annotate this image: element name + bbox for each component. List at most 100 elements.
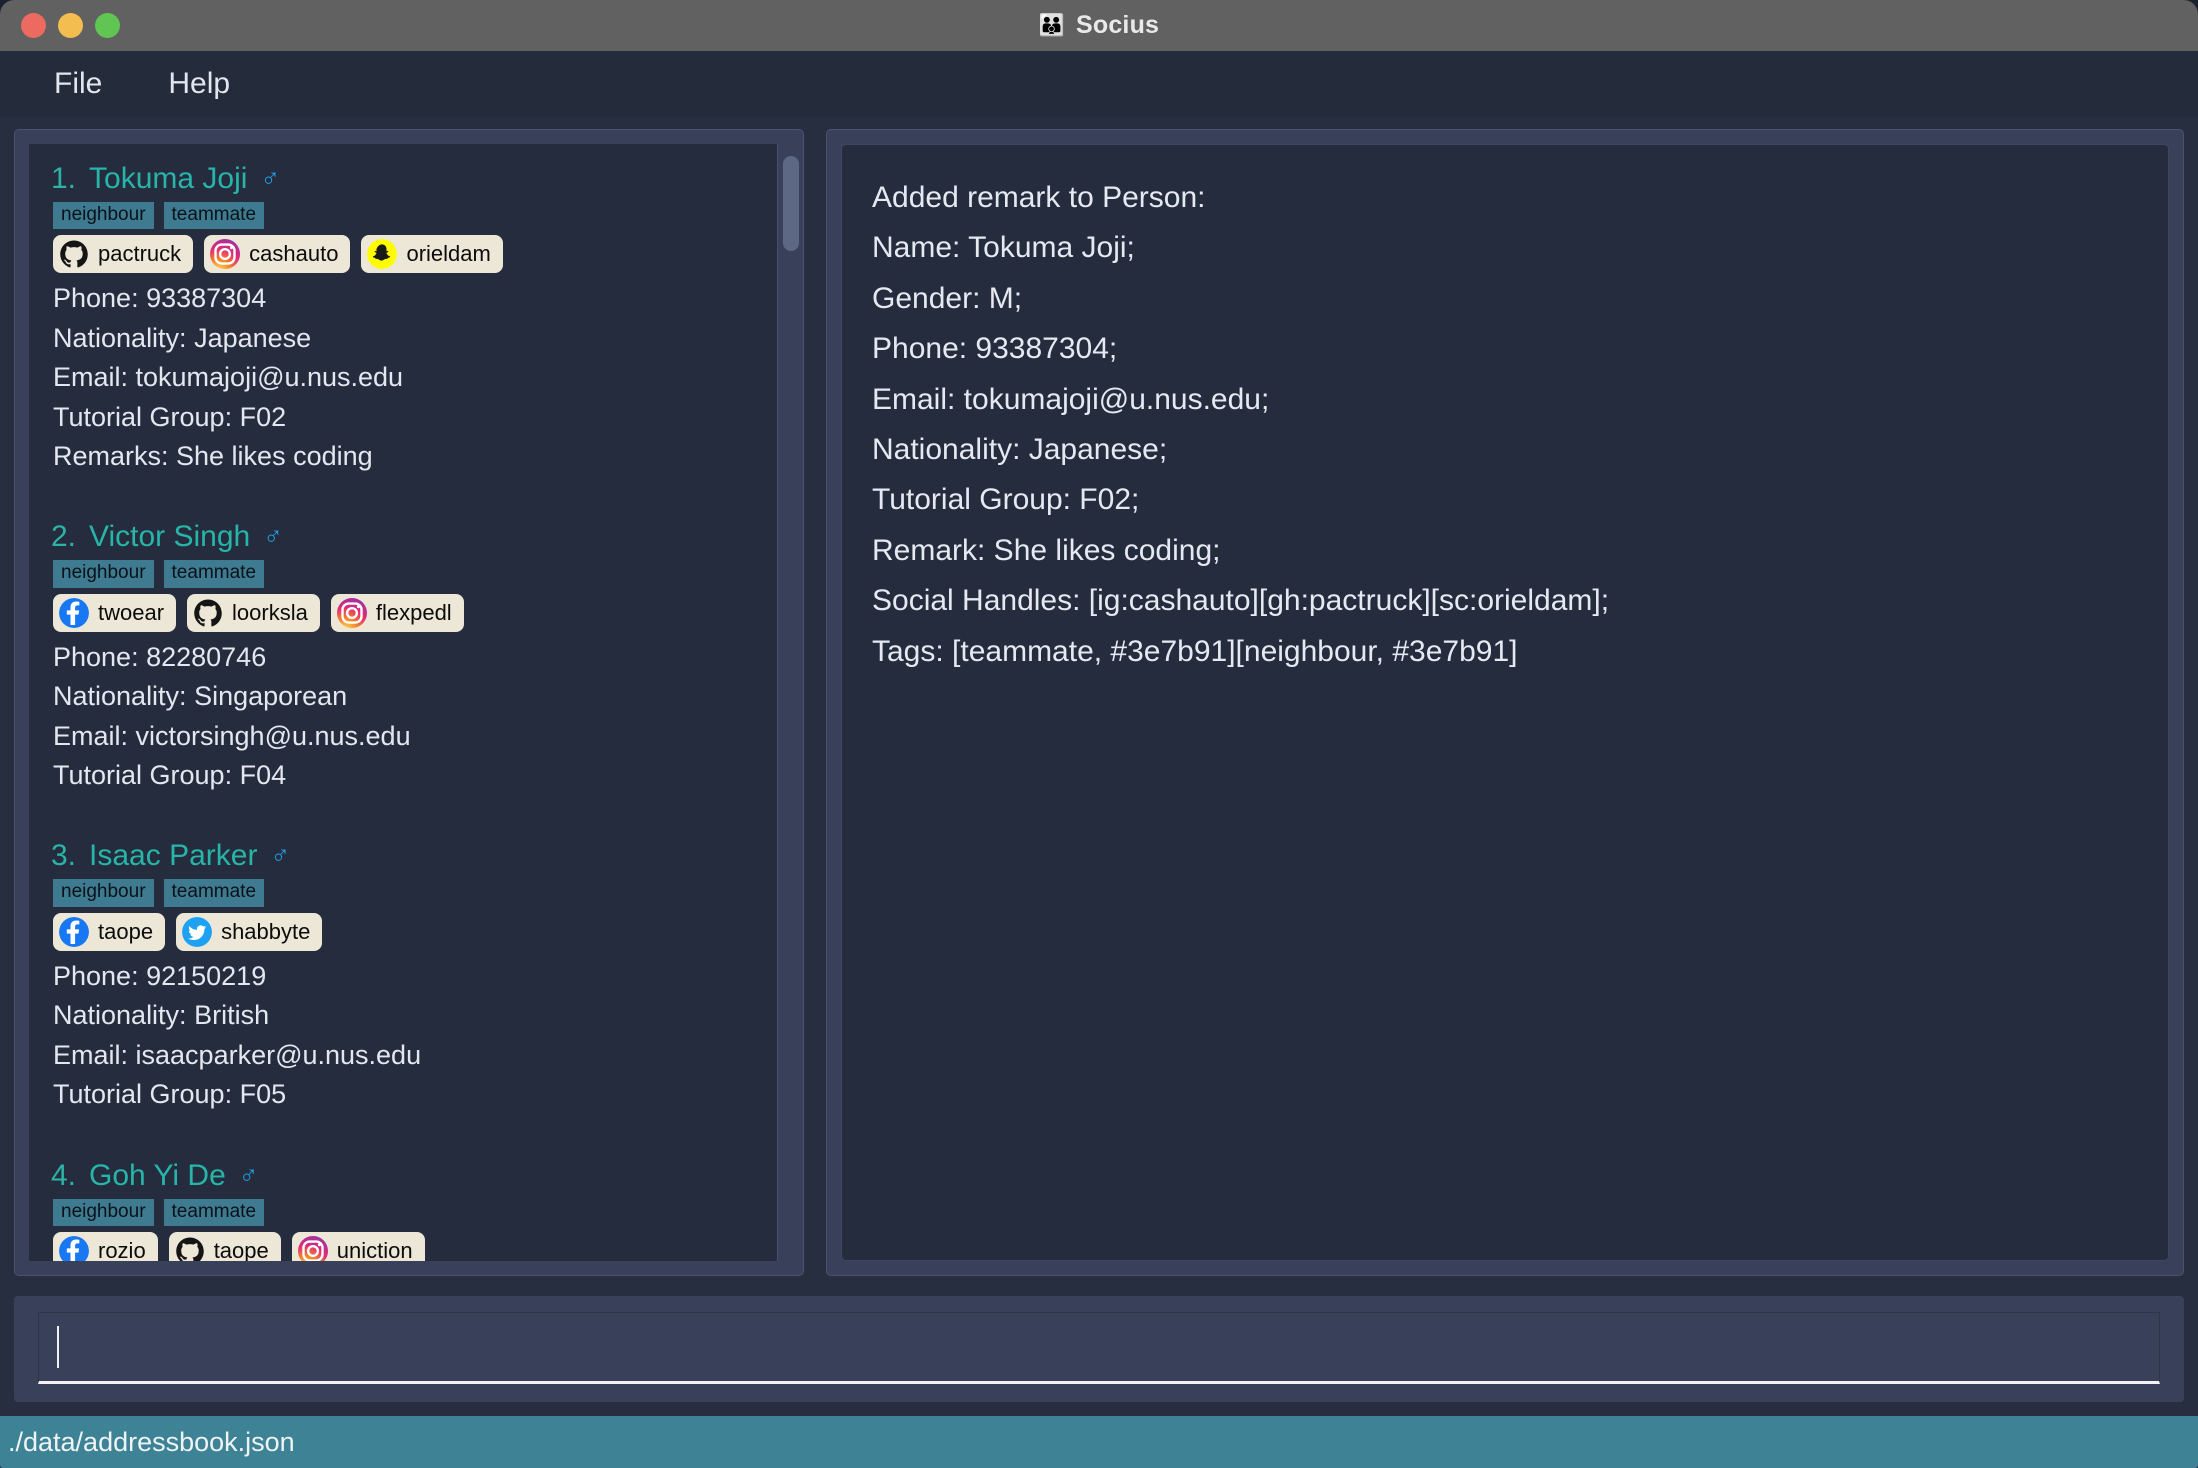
person-detail-line: Email: isaacparker@u.nus.edu (53, 1039, 422, 1070)
main-content: 1. Tokuma Joji ♂ neighbour teammate pactruck c… (0, 117, 2198, 1296)
social-handle-label: loorksla (232, 599, 308, 625)
result-line: Remark: She likes coding; (872, 533, 1221, 567)
app-window: 👪 Socius File Help 1. Tokuma Joji ♂ neighbo… (0, 0, 2198, 1468)
person-name: Tokuma Joji (89, 162, 248, 195)
instagram-icon (297, 1235, 328, 1261)
result-line: Social Handles: [ig:cashauto][gh:pactruc… (872, 584, 1610, 618)
person-index: 2. (51, 520, 77, 554)
result-line: Name: Tokuma Joji; (872, 231, 1135, 265)
social-handle-row: taope shabbyte (53, 912, 777, 951)
tag-row: neighbour teammate (53, 1198, 777, 1226)
facebook-icon (59, 597, 89, 628)
social-handle-chip[interactable]: taope (53, 912, 166, 951)
social-handle-label: taope (213, 1237, 269, 1261)
social-handle-chip[interactable]: taope (168, 1231, 281, 1261)
social-handle-chip[interactable]: orieldam (361, 235, 503, 274)
window-title-group: 👪 Socius (0, 0, 2198, 51)
result-line: Tags: [teammate, #3e7b91][neighbour, #3e… (872, 634, 1518, 668)
social-handle-label: twoear (98, 599, 165, 625)
github-icon (174, 1235, 205, 1261)
tag-badge: neighbour (53, 879, 154, 907)
tag-row: neighbour teammate (53, 560, 777, 588)
result-line: Nationality: Japanese; (872, 432, 1168, 466)
window-controls (21, 13, 120, 38)
person-detail-line: Tutorial Group: F02 (53, 401, 287, 432)
social-handle-row: rozio taope uniction (53, 1231, 777, 1261)
status-bar: ./data/addressbook.json (0, 1416, 2198, 1468)
person-name: Goh Yi De (89, 1158, 226, 1192)
tag-row: neighbour teammate (53, 879, 777, 907)
person-detail-line: Tutorial Group: F04 (53, 760, 287, 791)
person-header: 2. Victor Singh ♂ (51, 520, 777, 554)
person-list-scrollbar[interactable] (777, 144, 803, 1261)
social-handle-chip[interactable]: loorksla (187, 593, 320, 632)
person-card[interactable]: 4. Goh Yi De ♂ neighbour teammate rozio taope u… (29, 1151, 777, 1261)
github-icon (193, 597, 224, 628)
snapchat-icon (367, 239, 398, 270)
person-detail-line: Remarks: She likes coding (53, 441, 373, 472)
result-line: Gender: M; (872, 281, 1023, 315)
person-header: 3. Isaac Parker ♂ (51, 839, 777, 873)
tag-badge: teammate (163, 560, 265, 588)
person-list-viewport: 1. Tokuma Joji ♂ neighbour teammate pactruck c… (29, 144, 777, 1261)
menu-file[interactable]: File (44, 63, 112, 105)
result-line: Tutorial Group: F02; (872, 483, 1140, 517)
person-detail-line: Nationality: British (53, 1000, 270, 1031)
person-name: Victor Singh (89, 520, 251, 554)
instagram-icon (210, 239, 241, 270)
person-detail-line: Email: victorsingh@u.nus.edu (53, 720, 411, 751)
social-handle-label: pactruck (98, 241, 182, 267)
person-card[interactable]: 3. Isaac Parker ♂ neighbour teammate taope sha… (29, 831, 777, 1122)
person-detail-line: Email: tokumajoji@u.nus.edu (53, 362, 404, 393)
command-input[interactable] (38, 1312, 2160, 1384)
result-line: Added remark to Person: (872, 181, 1206, 214)
title-bar: 👪 Socius (0, 0, 2198, 51)
social-handle-chip[interactable]: cashauto (204, 235, 351, 274)
facebook-icon (59, 1235, 89, 1261)
male-gender-icon: ♂ (260, 163, 280, 193)
social-handle-chip[interactable]: rozio (53, 1231, 158, 1261)
tag-badge: teammate (163, 879, 265, 907)
social-handle-label: taope (98, 918, 154, 944)
person-detail-line: Phone: 92150219 (53, 960, 267, 991)
person-list: 1. Tokuma Joji ♂ neighbour teammate pactruck c… (29, 144, 777, 1261)
social-handle-label: rozio (98, 1237, 146, 1261)
social-handle-chip[interactable]: shabbyte (176, 912, 323, 951)
maximize-button[interactable] (95, 13, 120, 38)
social-handle-chip[interactable]: flexpedl (330, 593, 464, 632)
male-gender-icon: ♂ (238, 1159, 259, 1190)
menu-help[interactable]: Help (158, 63, 240, 105)
person-card[interactable]: 1. Tokuma Joji ♂ neighbour teammate pactruck c… (29, 154, 777, 484)
male-gender-icon: ♂ (270, 840, 290, 871)
social-handle-chip[interactable]: twoear (53, 593, 177, 632)
instagram-icon (336, 597, 367, 628)
github-icon (59, 239, 89, 270)
tag-badge: teammate (163, 202, 265, 230)
menu-bar: File Help (0, 51, 2198, 117)
person-header: 4. Goh Yi De ♂ (51, 1159, 777, 1193)
tag-badge: teammate (163, 1198, 265, 1226)
social-handle-row: pactruck cashauto orieldam (53, 235, 777, 274)
save-location-path: ./data/addressbook.json (8, 1426, 295, 1457)
person-list-panel: 1. Tokuma Joji ♂ neighbour teammate pactruck c… (14, 129, 804, 1276)
person-index: 3. (51, 839, 77, 873)
person-detail-line: Phone: 93387304 (53, 283, 267, 314)
person-detail-line: Tutorial Group: F05 (53, 1079, 287, 1110)
minimize-button[interactable] (58, 13, 83, 38)
close-button[interactable] (21, 13, 46, 38)
social-handle-label: flexpedl (375, 599, 452, 625)
person-index: 4. (51, 1158, 77, 1192)
social-handle-chip[interactable]: pactruck (53, 235, 194, 274)
text-caret (57, 1326, 59, 1368)
person-header: 1. Tokuma Joji ♂ (51, 162, 777, 196)
male-gender-icon: ♂ (263, 521, 283, 552)
person-detail-line: Nationality: Japanese (53, 322, 312, 353)
scrollbar-thumb[interactable] (783, 156, 799, 251)
social-handle-label: shabbyte (221, 918, 311, 944)
window-title: Socius (1075, 11, 1160, 39)
command-box-container (14, 1296, 2184, 1402)
social-handle-chip[interactable]: uniction (291, 1231, 425, 1261)
person-card[interactable]: 2. Victor Singh ♂ neighbour teammate twoear lo… (29, 512, 777, 803)
person-detail-line: Nationality: Singaporean (53, 681, 348, 712)
result-display: Added remark to Person: Name: Tokuma Joji… (841, 144, 2169, 1261)
